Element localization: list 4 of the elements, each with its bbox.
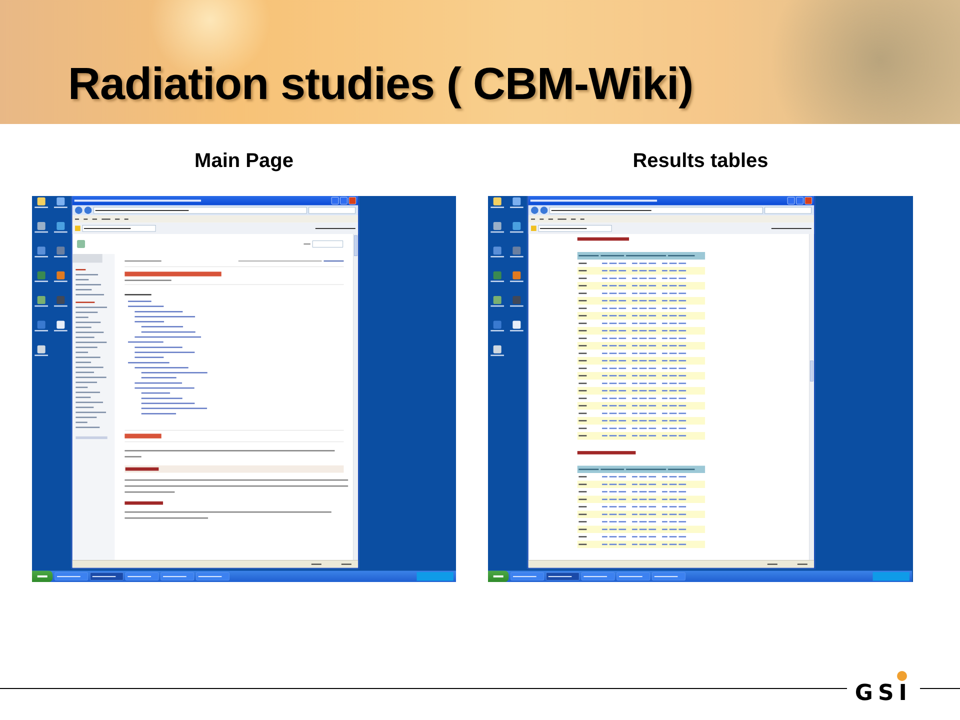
slide-title: Radiation studies ( CBM-Wiki): [68, 58, 694, 110]
logo: GSI: [854, 671, 912, 705]
panel-caption: Results tables: [632, 150, 768, 174]
panel-caption: Main Page: [194, 150, 294, 174]
